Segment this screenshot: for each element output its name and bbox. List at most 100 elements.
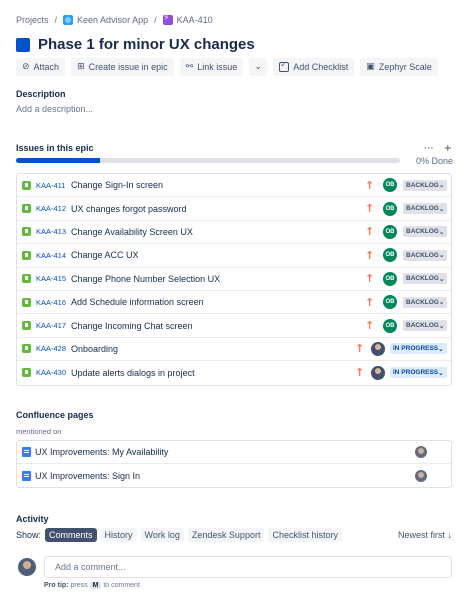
story-icon bbox=[22, 321, 31, 331]
table-row[interactable]: KAA-417 Change Incoming Chat screen ↑ OB… bbox=[17, 314, 451, 338]
add-icon[interactable]: + bbox=[444, 143, 452, 154]
issue-key[interactable]: KAA-412 bbox=[36, 204, 66, 213]
assignee-avatar[interactable]: OB bbox=[383, 248, 397, 263]
issue-summary[interactable]: Change Sign-In screen bbox=[71, 180, 163, 190]
assignee-avatar[interactable]: OB bbox=[383, 224, 397, 239]
status-badge[interactable]: IN PROGRESS ⌄ bbox=[390, 343, 447, 355]
description-heading: Description bbox=[16, 89, 66, 99]
table-row[interactable]: KAA-413 Change Availability Screen UX ↑ … bbox=[17, 221, 451, 245]
table-row[interactable]: KAA-428 Onboarding ↑ IN PROGRESS ⌄ bbox=[17, 338, 451, 362]
issue-title[interactable]: Phase 1 for minor UX changes bbox=[38, 36, 255, 53]
epic-issues-list: KAA-411 Change Sign-In screen ↑ OB BACKL… bbox=[16, 173, 452, 386]
current-user-avatar bbox=[18, 558, 36, 576]
issue-key[interactable]: KAA-414 bbox=[36, 251, 66, 260]
status-badge[interactable]: BACKLOG ⌄ bbox=[403, 203, 448, 215]
priority-high-icon: ↑ bbox=[365, 178, 375, 192]
status-label: BACKLOG bbox=[406, 228, 439, 236]
issue-summary[interactable]: Onboarding bbox=[71, 344, 118, 354]
sort-order-button[interactable]: Newest first ↓ bbox=[398, 530, 452, 540]
attach-label: Attach bbox=[33, 62, 60, 72]
epic-issues-header: Issues in this epic ⋯ + bbox=[16, 143, 452, 154]
checklist-icon bbox=[279, 60, 290, 72]
protip-label: Pro tip: bbox=[44, 582, 69, 589]
issue-key[interactable]: KAA-411 bbox=[36, 181, 65, 190]
story-icon bbox=[22, 274, 31, 284]
status-badge[interactable]: BACKLOG ⌄ bbox=[403, 320, 448, 332]
issue-key[interactable]: KAA-415 bbox=[36, 274, 66, 283]
author-avatar bbox=[415, 446, 427, 458]
confluence-page-link[interactable]: UX Improvements: My Availability bbox=[35, 447, 168, 457]
priority-high-icon: ↑ bbox=[365, 202, 375, 216]
status-badge[interactable]: BACKLOG ⌄ bbox=[403, 226, 448, 238]
tab-checklist-history[interactable]: Checklist history bbox=[268, 528, 342, 542]
issue-summary[interactable]: Change Incoming Chat screen bbox=[71, 321, 193, 331]
comment-input[interactable]: Add a comment... bbox=[44, 556, 452, 578]
list-item[interactable]: UX Improvements: Sign In bbox=[17, 464, 451, 487]
epic-icon bbox=[162, 13, 173, 25]
table-row[interactable]: KAA-415 Change Phone Number Selection UX… bbox=[17, 268, 451, 291]
epic-progress-fill bbox=[16, 158, 101, 163]
add-checklist-button[interactable]: Add Checklist bbox=[273, 58, 355, 76]
status-badge[interactable]: IN PROGRESS ⌄ bbox=[390, 367, 447, 379]
issue-key[interactable]: KAA-417 bbox=[36, 321, 66, 330]
story-icon bbox=[22, 180, 31, 190]
table-row[interactable]: KAA-411 Change Sign-In screen ↑ OB BACKL… bbox=[17, 174, 451, 198]
more-options-icon[interactable]: ⋯ bbox=[424, 143, 434, 154]
zephyr-label: Zephyr Scale bbox=[378, 62, 432, 72]
story-icon bbox=[22, 368, 31, 378]
breadcrumb-separator: / bbox=[154, 15, 157, 25]
issue-summary[interactable]: Change Availability Screen UX bbox=[71, 227, 193, 237]
assignee-avatar[interactable]: OB bbox=[383, 318, 397, 333]
issue-key[interactable]: KAA-413 bbox=[36, 227, 66, 236]
create-issue-in-epic-button[interactable]: ⊞ Create issue in epic bbox=[71, 58, 174, 76]
issue-summary[interactable]: UX changes forgot password bbox=[71, 204, 187, 214]
issue-key[interactable]: KAA-428 bbox=[36, 344, 66, 353]
tab-comments[interactable]: Comments bbox=[45, 528, 97, 542]
issue-summary[interactable]: Add Schedule information screen bbox=[71, 297, 204, 307]
table-row[interactable]: KAA-414 Change ACC UX ↑ OB BACKLOG ⌄ bbox=[17, 244, 451, 268]
tab-zendesk-support[interactable]: Zendesk Support bbox=[187, 528, 265, 542]
paperclip-icon: ⊘ bbox=[22, 62, 30, 72]
issue-key[interactable]: KAA-430 bbox=[36, 368, 66, 377]
breadcrumb-projects[interactable]: Projects bbox=[16, 15, 49, 25]
more-actions-button[interactable]: ⌄ bbox=[249, 58, 268, 76]
status-badge[interactable]: BACKLOG ⌄ bbox=[403, 249, 448, 261]
breadcrumb-project[interactable]: Keen Advisor App bbox=[77, 15, 148, 25]
priority-high-icon: ↑ bbox=[365, 272, 375, 286]
breadcrumb-issue-key[interactable]: KAA-410 bbox=[177, 15, 213, 25]
activity-filter-row: Show: Comments History Work log Zendesk … bbox=[16, 528, 452, 542]
tab-history[interactable]: History bbox=[100, 528, 137, 542]
story-icon bbox=[22, 227, 31, 237]
confluence-heading: Confluence pages bbox=[16, 410, 94, 420]
zephyr-scale-button[interactable]: ▣ Zephyr Scale bbox=[360, 58, 438, 76]
issue-summary[interactable]: Change ACC UX bbox=[71, 250, 139, 260]
story-icon bbox=[22, 250, 31, 260]
link-issue-button[interactable]: ⚯ Link issue bbox=[179, 58, 244, 76]
table-row[interactable]: KAA-416 Add Schedule information screen … bbox=[17, 291, 451, 315]
assignee-avatar[interactable] bbox=[371, 365, 385, 380]
assignee-avatar[interactable] bbox=[371, 341, 385, 356]
activity-heading: Activity bbox=[16, 514, 49, 524]
assignee-avatar[interactable]: OB bbox=[383, 271, 397, 286]
status-badge[interactable]: BACKLOG ⌄ bbox=[403, 273, 448, 285]
pro-tip: Pro tip: press M to comment bbox=[44, 582, 140, 589]
list-item[interactable]: UX Improvements: My Availability bbox=[17, 441, 451, 464]
confluence-page-link[interactable]: UX Improvements: Sign In bbox=[35, 471, 140, 481]
epic-progress-bar bbox=[16, 158, 400, 163]
assignee-avatar[interactable]: OB bbox=[383, 178, 397, 193]
issue-key[interactable]: KAA-416 bbox=[36, 298, 66, 307]
status-badge[interactable]: BACKLOG ⌄ bbox=[403, 296, 448, 308]
attach-button[interactable]: ⊘ Attach bbox=[16, 58, 66, 76]
link-issue-label: Link issue bbox=[197, 62, 238, 72]
status-label: IN PROGRESS bbox=[393, 345, 439, 353]
issue-summary[interactable]: Change Phone Number Selection UX bbox=[71, 274, 220, 284]
assignee-avatar[interactable]: OB bbox=[383, 201, 397, 216]
assignee-avatar[interactable]: OB bbox=[383, 295, 397, 310]
issue-summary[interactable]: Update alerts dialogs in project bbox=[71, 368, 195, 378]
table-row[interactable]: KAA-430 Update alerts dialogs in project… bbox=[17, 361, 451, 384]
status-badge[interactable]: BACKLOG ⌄ bbox=[403, 179, 448, 191]
table-row[interactable]: KAA-412 UX changes forgot password ↑ OB … bbox=[17, 197, 451, 221]
tab-work-log[interactable]: Work log bbox=[140, 528, 184, 542]
add-checklist-label: Add Checklist bbox=[293, 62, 349, 72]
description-field[interactable]: Add a description... bbox=[16, 104, 93, 114]
